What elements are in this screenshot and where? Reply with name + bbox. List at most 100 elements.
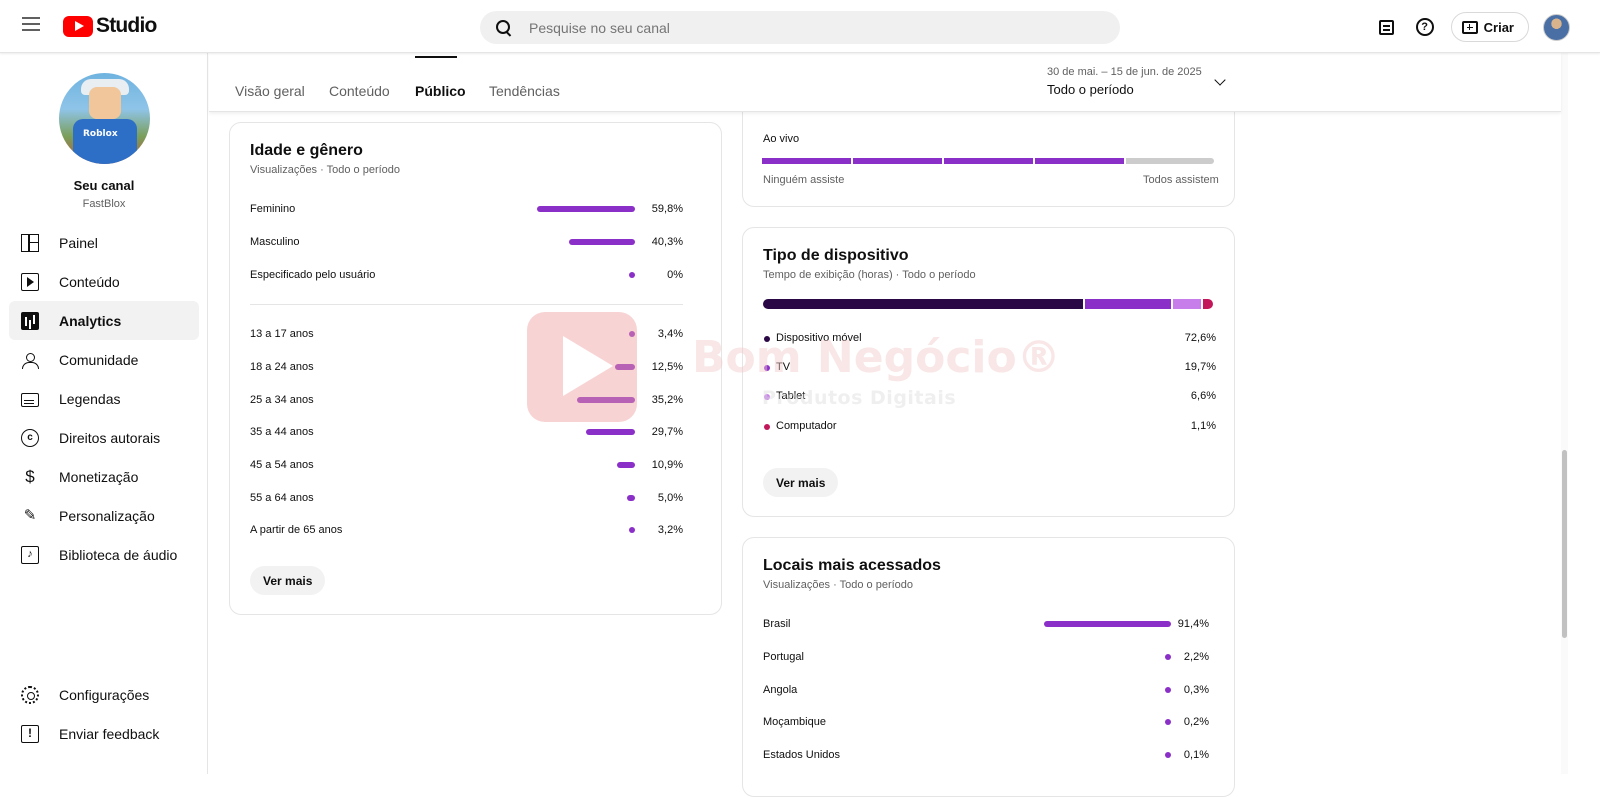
- account-avatar[interactable]: [1543, 13, 1570, 41]
- tab-conteudo[interactable]: Conteúdo: [329, 83, 390, 99]
- sidebar-item-biblioteca-de-audio[interactable]: ♪ Biblioteca de áudio: [9, 535, 199, 574]
- age-gender-card: Idade e gênero Visualizações · Todo o pe…: [229, 122, 722, 615]
- live-segment-empty: [1126, 158, 1214, 164]
- search-bar[interactable]: [480, 11, 1120, 44]
- tab-publico[interactable]: Público: [415, 83, 466, 99]
- community-icon: [21, 351, 39, 369]
- sidebar-item-label: Comunidade: [59, 351, 139, 368]
- live-right-caption: Todos assistem: [1143, 174, 1219, 186]
- location-label: Estados Unidos: [763, 749, 841, 761]
- age-label: 45 a 54 anos: [250, 459, 314, 471]
- help-button[interactable]: ?: [1409, 11, 1441, 43]
- search-icon[interactable]: [496, 19, 512, 36]
- age-bar: [615, 364, 635, 370]
- top-bar: Studio ? Criar: [0, 0, 1600, 53]
- gender-label: Feminino: [250, 203, 296, 215]
- period-range[interactable]: 30 de mai. – 15 de jun. de 2025: [1047, 66, 1202, 78]
- age-value: 12,5%: [651, 361, 683, 373]
- sidebar-item-label: Legendas: [59, 390, 121, 407]
- sidebar-item-legendas[interactable]: Legendas: [9, 379, 199, 418]
- divider: [250, 304, 683, 305]
- device-segment-mobile: [763, 299, 1083, 309]
- age-bar: [577, 397, 635, 403]
- age-label: 25 a 34 anos: [250, 394, 314, 406]
- period-selector[interactable]: Todo o período: [1047, 82, 1134, 97]
- card-title: Locais mais acessados: [763, 557, 941, 574]
- gender-label: Especificado pelo usuário: [250, 269, 376, 281]
- sidebar-item-enviar-feedback[interactable]: ! Enviar feedback: [9, 714, 199, 753]
- card-subtitle: Visualizações · Todo o período: [763, 579, 914, 591]
- sidebar-item-label: Analytics: [59, 312, 122, 329]
- sidebar-item-configuracoes[interactable]: Configurações: [9, 675, 199, 714]
- device-label: Computador: [776, 420, 837, 432]
- feedback-icon: !: [21, 724, 39, 743]
- card-title: Idade e gênero: [250, 142, 363, 159]
- location-value: 91,4%: [1177, 618, 1209, 630]
- card-subtitle: Visualizações · Todo o período: [250, 164, 401, 176]
- device-label: Dispositivo móvel: [776, 332, 862, 344]
- youtube-studio-logo[interactable]: Studio: [63, 14, 157, 38]
- device-value: 1,1%: [1190, 420, 1216, 432]
- create-label: Criar: [1483, 19, 1514, 35]
- location-label: Portugal: [763, 651, 804, 663]
- age-label: 18 a 24 anos: [250, 361, 314, 373]
- sidebar-bottom-nav: Configurações ! Enviar feedback: [9, 675, 199, 753]
- avatar-shirt-text: Roblox: [83, 129, 118, 139]
- sidebar-item-comunidade[interactable]: Comunidade: [9, 340, 199, 379]
- channel-title: Seu canal: [73, 178, 135, 193]
- sidebar-item-label: Configurações: [59, 686, 150, 703]
- age-label: 35 a 44 anos: [250, 426, 314, 438]
- age-value: 5,0%: [657, 492, 683, 504]
- channel-avatar[interactable]: Roblox: [59, 73, 150, 164]
- location-label: Brasil: [763, 618, 791, 630]
- sidebar-item-conteudo[interactable]: Conteúdo: [9, 262, 199, 301]
- sidebar-item-label: Conteúdo: [59, 273, 120, 290]
- age-bar: [586, 429, 635, 435]
- location-value: 0,2%: [1183, 716, 1209, 728]
- sidebar-item-painel[interactable]: Painel: [9, 223, 199, 262]
- menu-icon[interactable]: [22, 17, 40, 31]
- search-input[interactable]: [529, 19, 1089, 36]
- gender-label: Masculino: [250, 236, 300, 248]
- gender-bar: [569, 239, 635, 245]
- sidebar-item-label: Personalização: [59, 507, 155, 524]
- scrollbar-track[interactable]: [1561, 53, 1568, 774]
- legend-dot: [764, 394, 770, 400]
- sidebar-item-label: Enviar feedback: [59, 725, 160, 742]
- device-type-card: Tipo de dispositivo Tempo de exibição (h…: [742, 227, 1235, 517]
- live-segment-filled: [1035, 158, 1124, 164]
- create-video-icon: [1461, 20, 1478, 34]
- legend-dot: [764, 336, 770, 342]
- sidebar-item-personalizacao[interactable]: ✎ Personalização: [9, 496, 199, 535]
- see-more-button[interactable]: Ver mais: [250, 566, 326, 595]
- age-value: 35,2%: [651, 394, 683, 406]
- card-title: Tipo de dispositivo: [763, 247, 909, 264]
- analytics-icon: [21, 311, 39, 330]
- settings-icon: [21, 685, 39, 704]
- sidebar-item-analytics[interactable]: Analytics: [9, 301, 199, 340]
- active-tab-indicator: [415, 56, 457, 58]
- gender-value: 59,8%: [651, 203, 683, 215]
- tab-tendencias[interactable]: Tendências: [489, 83, 560, 99]
- age-label: 55 a 64 anos: [250, 492, 314, 504]
- age-label: 13 a 17 anos: [250, 328, 314, 340]
- sidebar-item-direitos-autorais[interactable]: c Direitos autorais: [9, 418, 199, 457]
- device-segment-tv: [1085, 299, 1171, 309]
- youtube-play-icon: [63, 15, 93, 37]
- feedback-button[interactable]: [1371, 11, 1403, 43]
- create-button[interactable]: Criar: [1450, 12, 1529, 42]
- live-left-caption: Ninguém assiste: [763, 174, 845, 186]
- location-bar: [1044, 621, 1171, 627]
- top-locations-card: Locais mais acessados Visualizações · To…: [742, 537, 1235, 797]
- help-icon: ?: [1415, 18, 1434, 36]
- tab-visao-geral[interactable]: Visão geral: [235, 83, 305, 99]
- monetization-icon: $: [25, 466, 35, 486]
- scrollbar-thumb[interactable]: [1562, 450, 1567, 638]
- live-viewers-card: Ao vivo Ninguém assiste Todos assistem: [742, 100, 1235, 207]
- device-segment-tablet: [1173, 299, 1201, 309]
- analytics-tabs-bar: Visão geral Conteúdo Público Tendências: [209, 53, 1561, 112]
- device-value: 72,6%: [1184, 332, 1216, 344]
- sidebar-item-monetizacao[interactable]: $ Monetização: [9, 457, 199, 496]
- device-value: 6,6%: [1190, 390, 1216, 402]
- see-more-button[interactable]: Ver mais: [763, 468, 839, 497]
